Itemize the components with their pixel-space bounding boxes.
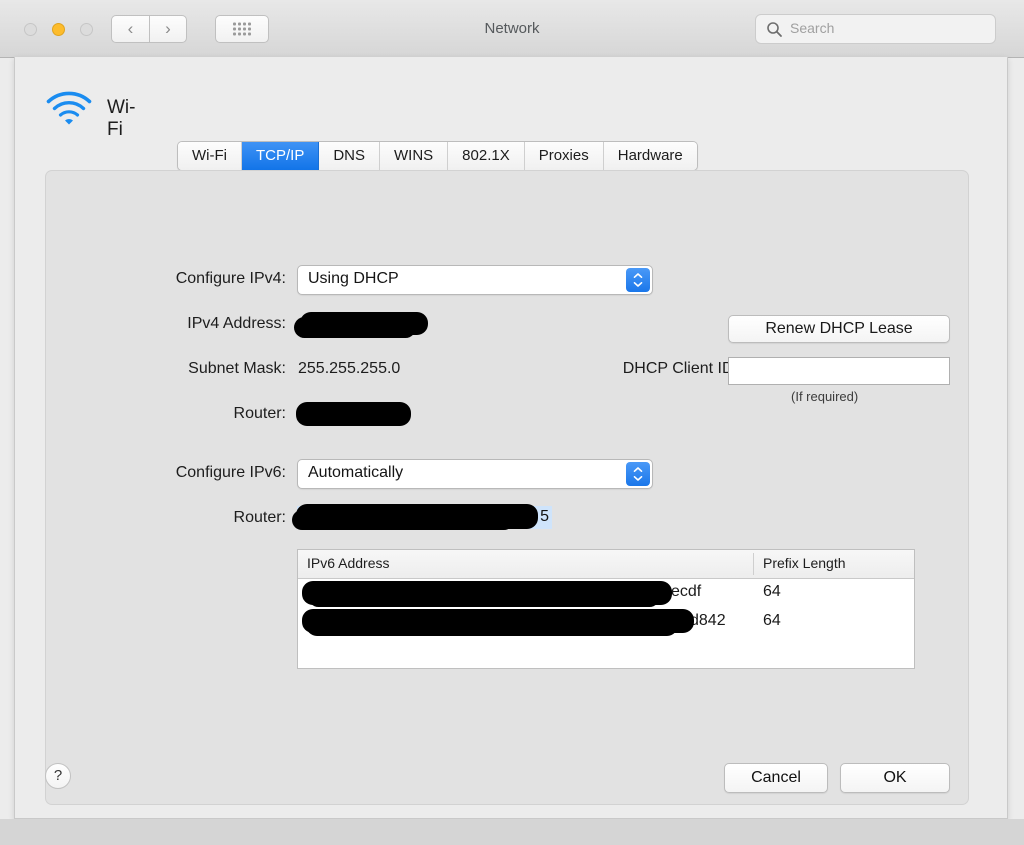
tab-dns[interactable]: DNS (319, 142, 380, 170)
chevron-down-icon (634, 282, 643, 287)
desktop-background-strip (0, 819, 1024, 845)
configure-ipv4-value: Using DHCP (308, 270, 399, 288)
ok-button[interactable]: OK (840, 763, 950, 793)
configure-ipv6-value: Automatically (308, 464, 403, 482)
prefix-length-2: 64 (763, 612, 781, 630)
chevron-up-icon (634, 467, 643, 472)
help-button[interactable]: ? (45, 763, 71, 789)
window-titlebar: ‹ › Network Search (0, 0, 1024, 58)
ipv6-address-tail-2: d842 (690, 612, 726, 630)
ipv6-address-tail-1: ecdf (671, 583, 701, 601)
dhcp-client-id-input[interactable] (728, 357, 950, 385)
prefix-length-1: 64 (763, 583, 781, 601)
ipv6-address-table[interactable]: IPv6 Address Prefix Length ecdf 64 d842 … (297, 549, 915, 669)
configure-ipv4-select[interactable]: Using DHCP (297, 265, 653, 295)
column-divider (753, 553, 754, 575)
search-placeholder: Search (790, 20, 834, 36)
table-header-row: IPv6 Address Prefix Length (298, 550, 914, 579)
tab-proxies[interactable]: Proxies (525, 142, 604, 170)
table-row[interactable]: d842 64 (298, 608, 914, 637)
column-header-prefix-length: Prefix Length (763, 555, 846, 571)
tab-wins[interactable]: WINS (380, 142, 448, 170)
ipv6-address-redaction-2b (306, 614, 678, 636)
ipv4-router-label: Router: (86, 405, 286, 423)
network-preferences-window: ‹ › Network Search (0, 0, 1024, 845)
stepper-arrows-icon[interactable] (626, 268, 650, 292)
tab-tcpip[interactable]: TCP/IP (242, 142, 319, 170)
configure-ipv4-label: Configure IPv4: (86, 270, 286, 288)
ipv4-address-redaction-2 (294, 317, 416, 338)
column-header-ipv6-address: IPv6 Address (307, 555, 390, 571)
cancel-button[interactable]: Cancel (724, 763, 828, 793)
ipv6-address-redaction-1b (308, 586, 660, 607)
chevron-down-icon (634, 476, 643, 481)
tab-hardware[interactable]: Hardware (604, 142, 697, 170)
ipv4-address-label: IPv4 Address: (86, 315, 286, 333)
wifi-icon (45, 89, 93, 127)
renew-dhcp-lease-button[interactable]: Renew DHCP Lease (728, 315, 950, 343)
configure-ipv6-label: Configure IPv6: (86, 464, 286, 482)
search-input[interactable]: Search (755, 14, 996, 44)
chevron-up-icon (634, 273, 643, 278)
ipv4-router-redaction (296, 402, 411, 426)
settings-tabs: Wi-Fi TCP/IP DNS WINS 802.1X Proxies Har… (177, 141, 698, 171)
stepper-arrows-icon-ipv6[interactable] (626, 462, 650, 486)
dhcp-client-id-hint: (If required) (791, 389, 858, 404)
tcpip-content-panel: Configure IPv4: Using DHCP IPv4 Address:… (45, 170, 969, 805)
configure-ipv6-select[interactable]: Automatically (297, 459, 653, 489)
tcpip-settings-sheet: Wi-Fi Wi-Fi TCP/IP DNS WINS 802.1X Proxi… (14, 57, 1008, 819)
subnet-mask-value: 255.255.255.0 (298, 360, 400, 378)
ipv6-router-label: Router: (86, 509, 286, 527)
subnet-mask-label: Subnet Mask: (86, 360, 286, 378)
interface-name: Wi-Fi (107, 97, 135, 141)
ipv6-router-redaction-2 (292, 510, 514, 530)
dhcp-client-id-label: DHCP Client ID: (516, 360, 738, 378)
tab-8021x[interactable]: 802.1X (448, 142, 525, 170)
search-icon (766, 21, 783, 38)
tab-wifi[interactable]: Wi-Fi (178, 142, 242, 170)
table-row[interactable]: ecdf 64 (298, 579, 914, 608)
